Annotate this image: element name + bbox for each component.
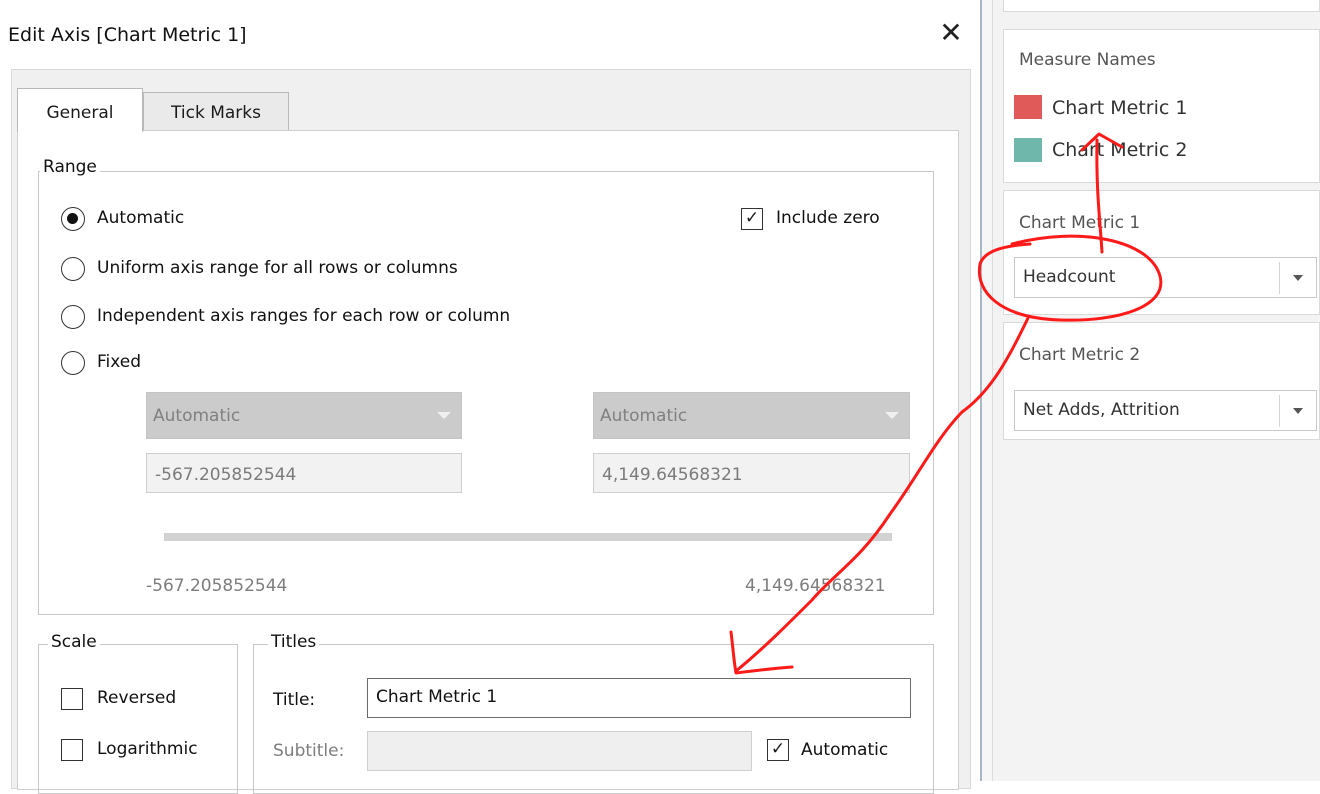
dialog-title: Edit Axis [Chart Metric 1] <box>8 24 247 46</box>
radio-automatic[interactable] <box>61 207 85 231</box>
radio-fixed-label: Fixed <box>97 352 142 372</box>
right-panel: Measure Names Chart Metric 1 Chart Metri… <box>993 0 1320 781</box>
logarithmic-label: Logarithmic <box>97 739 198 759</box>
titles-group <box>253 644 934 794</box>
param-title-metric-2: Chart Metric 2 <box>1019 345 1141 365</box>
radio-uniform[interactable] <box>61 257 85 281</box>
scale-group <box>38 644 238 794</box>
include-zero-label: Include zero <box>776 208 880 228</box>
top-card-edge <box>1003 0 1320 12</box>
panel-splitter[interactable] <box>980 0 993 781</box>
title-input[interactable]: Chart Metric 1 <box>367 678 911 718</box>
tab-tick-marks[interactable]: Tick Marks <box>143 92 289 130</box>
range-start-input[interactable]: -567.205852544 <box>146 453 462 493</box>
tab-general[interactable]: General <box>17 88 143 132</box>
subtitle-label: Subtitle: <box>273 741 345 761</box>
param-card-metric-2: Chart Metric 2 Net Adds, Attrition <box>1003 322 1320 440</box>
automatic-subtitle-checkbox[interactable]: ✓ <box>767 739 789 761</box>
chevron-down-icon <box>437 412 451 419</box>
automatic-subtitle-label: Automatic <box>801 740 889 760</box>
logarithmic-checkbox[interactable] <box>61 739 83 761</box>
reversed-label: Reversed <box>97 688 177 708</box>
reversed-checkbox[interactable] <box>61 688 83 710</box>
chevron-down-icon <box>1293 275 1303 281</box>
radio-independent-label: Independent axis ranges for each row or … <box>97 306 511 326</box>
legend-item-metric-2[interactable]: Chart Metric 2 <box>1052 139 1187 161</box>
slider-max-label: 4,149.64568321 <box>745 576 886 596</box>
scale-legend: Scale <box>48 632 100 652</box>
param-select-metric-1-value: Headcount <box>1023 267 1116 287</box>
close-icon[interactable]: ✕ <box>936 19 966 50</box>
legend-title: Measure Names <box>1019 50 1156 70</box>
range-slider[interactable] <box>164 533 892 541</box>
radio-automatic-label: Automatic <box>97 208 185 228</box>
slider-min-label: -567.205852544 <box>146 576 288 596</box>
edit-axis-dialog: Edit Axis [Chart Metric 1] ✕ General Tic… <box>0 0 980 794</box>
range-legend: Range <box>40 157 100 177</box>
range-start-dropdown[interactable]: Automatic <box>146 392 462 439</box>
title-label: Title: <box>273 690 316 710</box>
titles-legend: Titles <box>268 632 320 652</box>
radio-uniform-label: Uniform axis range for all rows or colum… <box>97 258 458 278</box>
subtitle-input[interactable] <box>367 731 752 771</box>
legend-item-metric-1[interactable]: Chart Metric 1 <box>1052 97 1187 119</box>
range-end-dropdown-value: Automatic <box>600 406 688 426</box>
legend-swatch-metric-1 <box>1014 95 1042 119</box>
param-select-metric-1[interactable]: Headcount <box>1014 257 1317 298</box>
param-select-metric-2[interactable]: Net Adds, Attrition <box>1014 390 1317 431</box>
chevron-down-icon <box>885 412 899 419</box>
range-start-dropdown-value: Automatic <box>153 406 241 426</box>
measure-names-legend: Measure Names Chart Metric 1 Chart Metri… <box>1003 29 1320 183</box>
radio-independent[interactable] <box>61 305 85 329</box>
chevron-down-icon <box>1293 408 1303 414</box>
param-title-metric-1: Chart Metric 1 <box>1019 213 1141 233</box>
radio-fixed[interactable] <box>61 351 85 375</box>
range-end-input[interactable]: 4,149.64568321 <box>593 453 910 493</box>
include-zero-checkbox[interactable]: ✓ <box>741 208 763 230</box>
param-card-metric-1: Chart Metric 1 Headcount <box>1003 190 1320 315</box>
legend-swatch-metric-2 <box>1014 138 1042 162</box>
param-select-metric-2-value: Net Adds, Attrition <box>1023 400 1180 420</box>
range-end-dropdown[interactable]: Automatic <box>593 392 910 439</box>
